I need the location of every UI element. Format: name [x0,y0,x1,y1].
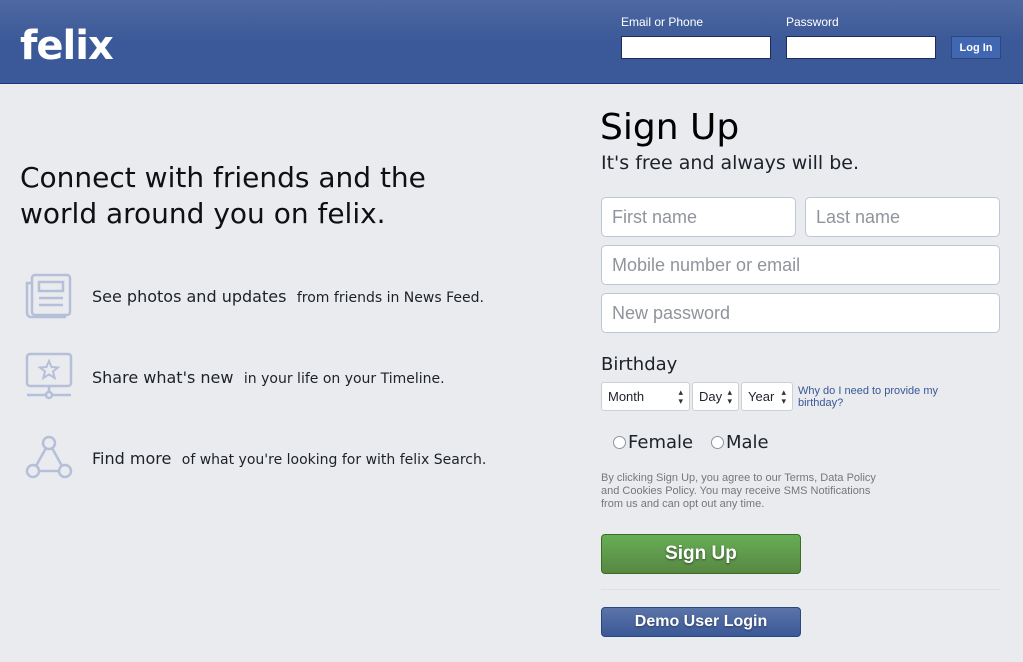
day-select-value: Day [699,389,723,404]
new-password-input[interactable] [601,293,1000,333]
news-feed-icon [25,273,72,319]
female-radio[interactable] [613,436,626,449]
mobile-email-input[interactable] [601,245,1000,285]
top-bar: felix Email or Phone Password Log In [0,0,1023,84]
signup-subtitle: It's free and always will be. [601,152,859,174]
year-select-value: Year [748,389,775,404]
feature-news-feed: See photos and updates from friends in N… [24,271,484,321]
password-label: Password [786,15,839,29]
feature-title: Find more [92,448,172,468]
demo-login-button[interactable]: Demo User Login [601,607,801,637]
login-email-input[interactable] [621,36,771,59]
last-name-input[interactable] [805,197,1000,237]
select-arrows-icon: ▴ ▾ [781,386,786,406]
gender-female[interactable]: Female [613,432,693,453]
male-radio[interactable] [711,436,724,449]
feature-text: in your life on your Timeline. [243,370,445,387]
timeline-icon [25,352,73,400]
feature-text: from friends in News Feed. [296,289,484,306]
email-label: Email or Phone [621,15,704,29]
day-select[interactable]: Day ▴ ▾ [692,382,739,411]
signup-button[interactable]: Sign Up [601,534,801,574]
feature-title: See photos and updates [92,286,287,306]
female-label[interactable]: Female [628,432,693,453]
divider [601,589,1000,590]
birthday-label: Birthday [601,354,678,375]
headline: Connect with friends and the world aroun… [20,161,426,230]
feature-search: Find more of what you're looking for wit… [24,433,486,483]
search-graph-icon [25,435,73,479]
feature-text: of what you're looking for with felix Se… [181,451,487,468]
month-select[interactable]: Month ▴ ▾ [601,382,690,411]
signup-title: Sign Up [600,107,740,148]
login-button[interactable]: Log In [951,36,1001,59]
male-label[interactable]: Male [726,432,769,453]
gender-male[interactable]: Male [711,432,769,453]
select-arrows-icon: ▴ ▾ [727,386,732,406]
month-select-value: Month [608,389,645,404]
feature-title: Share what's new [92,367,234,387]
first-name-input[interactable] [601,197,796,237]
select-arrows-icon: ▴ ▾ [678,386,683,406]
feature-timeline: Share what's new in your life on your Ti… [24,352,445,402]
terms-text: By clicking Sign Up, you agree to our Te… [601,472,876,510]
login-password-input[interactable] [786,36,936,59]
logo[interactable]: felix [20,22,114,70]
why-birthday-link[interactable]: Why do I need to provide my birthday? [798,385,958,409]
year-select[interactable]: Year ▴ ▾ [741,382,793,411]
